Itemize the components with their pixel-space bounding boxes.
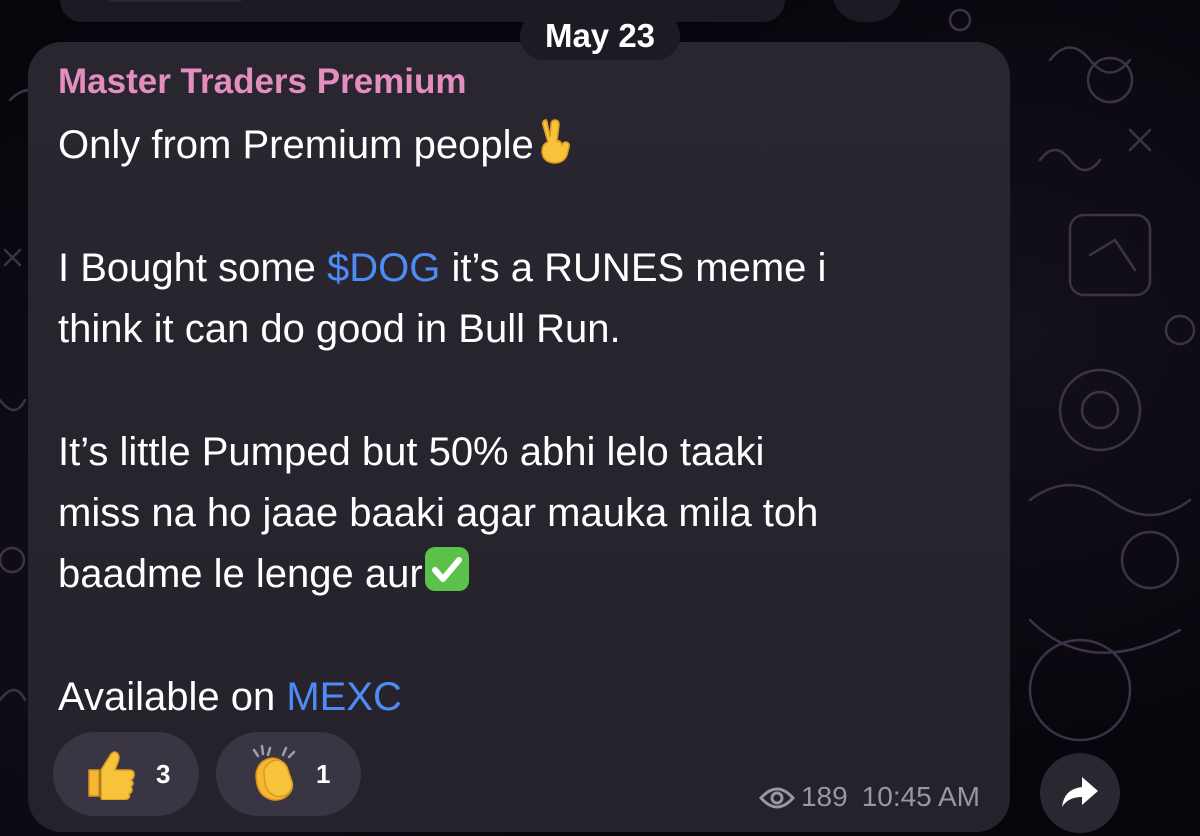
share-button[interactable]	[1040, 753, 1120, 833]
message-line: I Bought some $DOG it’s a RUNES meme i	[58, 246, 827, 290]
message-line: miss na ho jaae baaki agar mauka mila to…	[58, 491, 819, 535]
date-separator: May 23	[520, 12, 680, 60]
check-mark-emoji	[423, 545, 471, 611]
exchange-link[interactable]: MEXC	[286, 675, 402, 719]
ticker-link[interactable]: $DOG	[327, 246, 440, 290]
chat-background: May 23 Master Traders Premium Only from …	[0, 0, 1200, 836]
message-line: It’s little Pumped but 50% abhi lelo taa…	[58, 430, 765, 474]
sender-name[interactable]: Master Traders Premium	[58, 62, 467, 102]
view-count: 189	[800, 781, 848, 812]
message-time: 10:45 AM	[861, 781, 980, 812]
eye-icon	[758, 784, 795, 818]
message-meta: 189 10:45 AM	[758, 780, 980, 818]
thumbs-up-icon	[88, 751, 135, 800]
message-line: baadme le lenge aur	[58, 544, 998, 605]
clapping-hands-icon	[252, 744, 296, 801]
reaction-count: 1	[316, 759, 331, 789]
message-line: Available on MEXC	[58, 675, 402, 719]
message-line: Only from Premium people	[58, 115, 998, 176]
previous-message-reaction	[100, 0, 250, 2]
previous-message-bubble	[60, 0, 785, 22]
reaction-thumbs-up[interactable]: 3	[53, 732, 199, 816]
message-text: Only from Premium people I Bought some $…	[58, 115, 998, 728]
message-bubble[interactable]: Master Traders Premium Only from Premium…	[28, 42, 1010, 832]
reaction-count: 3	[156, 759, 171, 789]
share-arrow-icon	[1062, 777, 1098, 807]
message-line: think it can do good in Bull Run.	[58, 307, 621, 351]
reaction-clapping[interactable]: 1	[216, 732, 361, 816]
victory-hand-emoji	[534, 118, 578, 182]
